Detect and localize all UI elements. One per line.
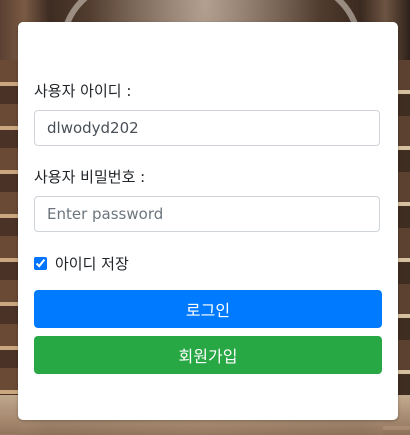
remember-id-label: 아이디 저장: [55, 254, 129, 273]
login-card: 사용자 아이디 : 사용자 비밀번호 : 아이디 저장 로그인 회원가입: [18, 22, 398, 420]
password-input[interactable]: [34, 196, 380, 232]
background-bookshelf-left: [0, 60, 18, 435]
remember-id-row[interactable]: 아이디 저장: [34, 252, 129, 274]
password-label: 사용자 비밀번호 :: [34, 168, 146, 186]
remember-id-checkbox[interactable]: [34, 256, 47, 270]
signup-button[interactable]: 회원가입: [34, 336, 382, 374]
username-label: 사용자 아이디 :: [34, 82, 132, 100]
login-button[interactable]: 로그인: [34, 290, 382, 328]
username-input[interactable]: [34, 110, 380, 146]
